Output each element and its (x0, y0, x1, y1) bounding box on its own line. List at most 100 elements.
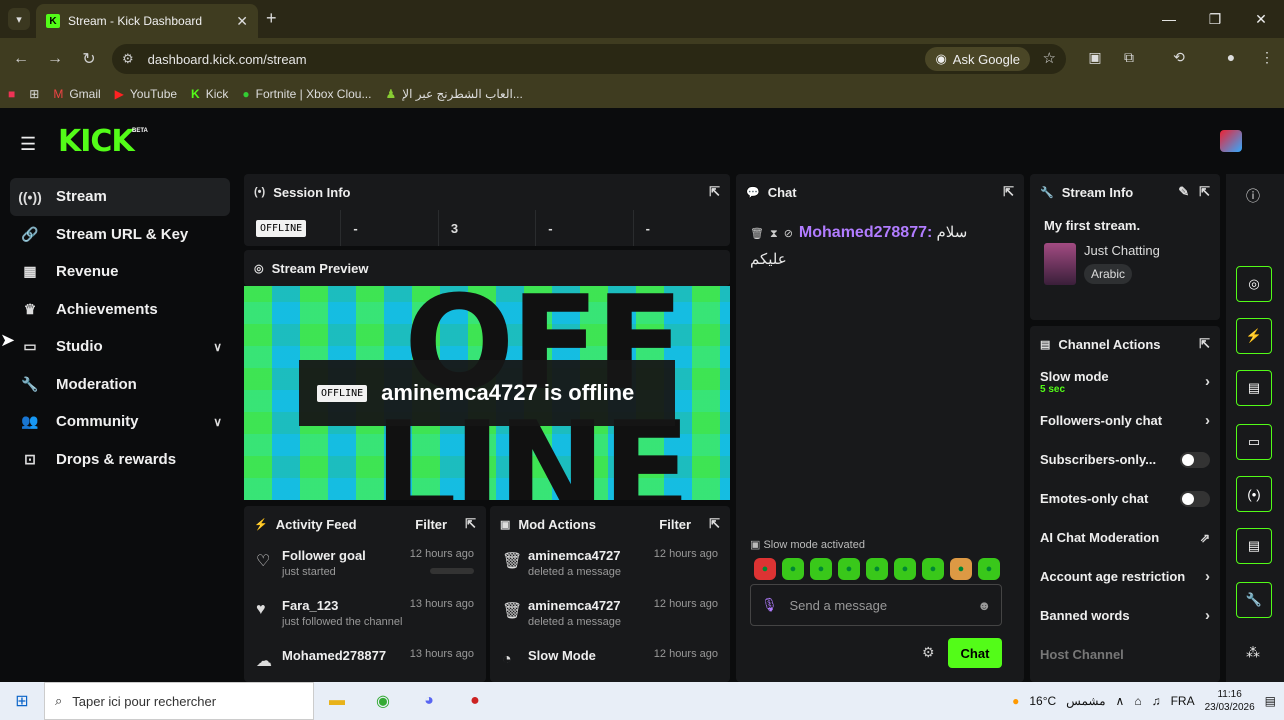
ai-moderation-row[interactable]: AI Chat Moderation ⇗ (1030, 518, 1220, 557)
language-indicator[interactable]: FRA (1171, 694, 1195, 708)
sidebar-item-achievements[interactable]: ♛ Achievements (10, 291, 230, 329)
bookmark-star-icon[interactable]: ☆ (1043, 49, 1056, 67)
ask-google-label: Ask Google (952, 51, 1020, 67)
info-icon[interactable]: ⓘ (1246, 186, 1260, 206)
bookmark-xbox[interactable]: ● Fortnite | Xbox Clou... (242, 87, 371, 101)
close-tab-icon[interactable]: ✕ (236, 13, 248, 30)
filter-button[interactable]: Filter (659, 517, 691, 532)
sidebar-item-drops[interactable]: ⊡ Drops & rewards (10, 441, 230, 479)
filter-button[interactable]: Filter (415, 517, 447, 532)
new-tab-button[interactable]: + (266, 8, 277, 29)
emote-icon[interactable]: ● (978, 558, 1000, 580)
popout-icon[interactable]: ⇱ (1199, 184, 1210, 200)
chrome-icon[interactable]: ◉ (360, 682, 406, 720)
omnibox[interactable]: ⚙ dashboard.kick.com/stream ◉ Ask Google … (112, 44, 1066, 74)
reload-icon[interactable]: ↻ (72, 49, 106, 69)
kick-logo[interactable]: KICK (58, 124, 135, 159)
emote-icon[interactable]: ● (866, 558, 888, 580)
browser-tab[interactable]: K Stream - Kick Dashboard ✕ (36, 4, 258, 38)
rail-notes-button[interactable]: ▤ (1236, 370, 1272, 406)
network-icon[interactable]: ⌂ (1134, 694, 1141, 708)
app-icon[interactable]: ● (452, 682, 498, 720)
host-channel-row[interactable]: Host Channel (1030, 635, 1220, 674)
popout-icon[interactable]: ⇱ (709, 184, 720, 200)
volume-icon[interactable]: ♫ (1152, 694, 1161, 708)
bookmark-gmail[interactable]: M Gmail (53, 87, 100, 101)
bookmark-kick[interactable]: K Kick (191, 87, 228, 101)
sidebar-item-community[interactable]: 👥 Community ∨ (10, 403, 230, 441)
site-info-icon[interactable]: ⚙ (122, 51, 134, 67)
stream-preview[interactable]: OFF LINE OFFLINE aminemca4727 is offline (244, 286, 730, 500)
account-age-row[interactable]: Account age restriction › (1030, 557, 1220, 596)
trash-icon[interactable]: 🗑 (750, 228, 764, 240)
rail-chat-button[interactable]: ▭ (1236, 424, 1272, 460)
sidebar-item-stream[interactable]: ((•)) Stream (10, 178, 230, 216)
back-icon[interactable]: ← (4, 50, 38, 68)
subscribers-only-toggle[interactable] (1180, 451, 1210, 468)
sidebar-item-revenue[interactable]: ▦ Revenue (10, 253, 230, 291)
extensions-icon[interactable]: ⧉ (1118, 49, 1140, 69)
list-item: ♡ Follower goal just started 12 hours ago (244, 542, 486, 592)
popout-icon[interactable]: ⇱ (709, 516, 720, 532)
emotes-only-toggle[interactable] (1180, 490, 1210, 507)
emotes-only-row[interactable]: Emotes-only chat (1030, 479, 1220, 518)
rail-stream-info-button[interactable]: 🔧 (1236, 582, 1272, 618)
profile-tab-icon[interactable]: ▣ (1084, 49, 1106, 69)
ban-icon[interactable]: ⊘ (784, 228, 793, 240)
menu-dots-icon[interactable]: ⋮ (1256, 49, 1278, 69)
emote-icon[interactable]: ● (922, 558, 944, 580)
edit-pencil-icon[interactable]: ✎ (1178, 184, 1189, 200)
slow-mode-row[interactable]: Slow mode 5 sec › (1030, 362, 1220, 401)
chat-send-button[interactable]: Chat (948, 638, 1002, 668)
emoji-icon[interactable]: ☻ (977, 598, 991, 613)
file-explorer-icon[interactable]: ▬ (314, 682, 360, 720)
emote-icon[interactable]: ● (838, 558, 860, 580)
user-avatar[interactable] (1220, 130, 1242, 152)
forward-icon[interactable]: → (38, 50, 72, 68)
windows-start-icon[interactable]: ⊞ (0, 691, 44, 711)
sidebar-item-studio[interactable]: ▭ Studio ∨ (10, 328, 230, 366)
more-apps-icon[interactable]: ⁂ (1246, 644, 1260, 661)
timeout-icon[interactable]: ⧗ (770, 228, 778, 240)
ask-google-button[interactable]: ◉ Ask Google (925, 47, 1030, 71)
minimize-button[interactable]: — (1146, 0, 1192, 38)
history-icon[interactable]: ⟲ (1168, 49, 1190, 69)
popout-icon[interactable]: ⇱ (465, 516, 476, 532)
rail-activity-button[interactable]: ⚡ (1236, 318, 1272, 354)
banned-words-row[interactable]: Banned words › (1030, 596, 1220, 635)
bookmark-chess[interactable]: ♟ العاب الشطرنج عبر الإ... (385, 87, 522, 101)
emote-icon[interactable]: ● (894, 558, 916, 580)
emote-icon[interactable]: ● (810, 558, 832, 580)
chat-settings-gear-icon[interactable]: ⚙ (922, 644, 935, 661)
chat-input[interactable]: 🎙 Send a message ☻ (750, 584, 1002, 626)
sidebar-item-moderation[interactable]: 🔧 Moderation (10, 366, 230, 404)
chat-username[interactable]: Mohamed278877: (799, 224, 932, 241)
mic-icon[interactable]: 🎙 (761, 597, 778, 613)
emote-icon[interactable]: ● (754, 558, 776, 580)
followers-only-row[interactable]: Followers-only chat › (1030, 401, 1220, 440)
tray-expand-icon[interactable]: ∧ (1116, 694, 1125, 708)
popout-icon[interactable]: ⇱ (1003, 184, 1014, 200)
notifications-icon[interactable]: ▤ (1265, 694, 1276, 708)
list-item: ♥ Fara_123 just followed the channel 13 hou… (244, 592, 486, 642)
clock[interactable]: 11:16 23/03/2026 (1205, 688, 1255, 714)
emote-icon[interactable]: ● (950, 558, 972, 580)
close-window-button[interactable]: ✕ (1238, 0, 1284, 38)
hamburger-menu-icon[interactable]: ☰ (20, 134, 36, 155)
apps-grid-icon[interactable]: ⊞ (29, 87, 39, 101)
bookmark-youtube[interactable]: ▶ YouTube (115, 87, 177, 101)
rail-session-button[interactable]: (•) (1236, 476, 1272, 512)
rail-actions-button[interactable]: ▤ (1236, 528, 1272, 564)
apps-square-icon[interactable]: ■ (8, 87, 15, 101)
sidebar-item-stream-url-key[interactable]: 🔗 Stream URL & Key (10, 216, 230, 254)
discord-icon[interactable]: ◕ (406, 682, 452, 720)
rail-preview-button[interactable]: ◎ (1236, 266, 1272, 302)
taskbar-search[interactable]: ⌕ Taper ici pour rechercher (44, 682, 314, 720)
popout-icon[interactable]: ⇱ (1199, 336, 1210, 352)
profile-avatar-icon[interactable]: ● (1220, 49, 1242, 69)
tab-search-dropdown[interactable]: ▾ (8, 8, 30, 30)
chat-message[interactable]: 🗑 ⧗ ⊘ Mohamed278877: سلام عليكم (750, 220, 998, 273)
maximize-button[interactable]: ❐ (1192, 0, 1238, 38)
emote-icon[interactable]: ● (782, 558, 804, 580)
subscribers-only-row[interactable]: Subscribers-only... (1030, 440, 1220, 479)
